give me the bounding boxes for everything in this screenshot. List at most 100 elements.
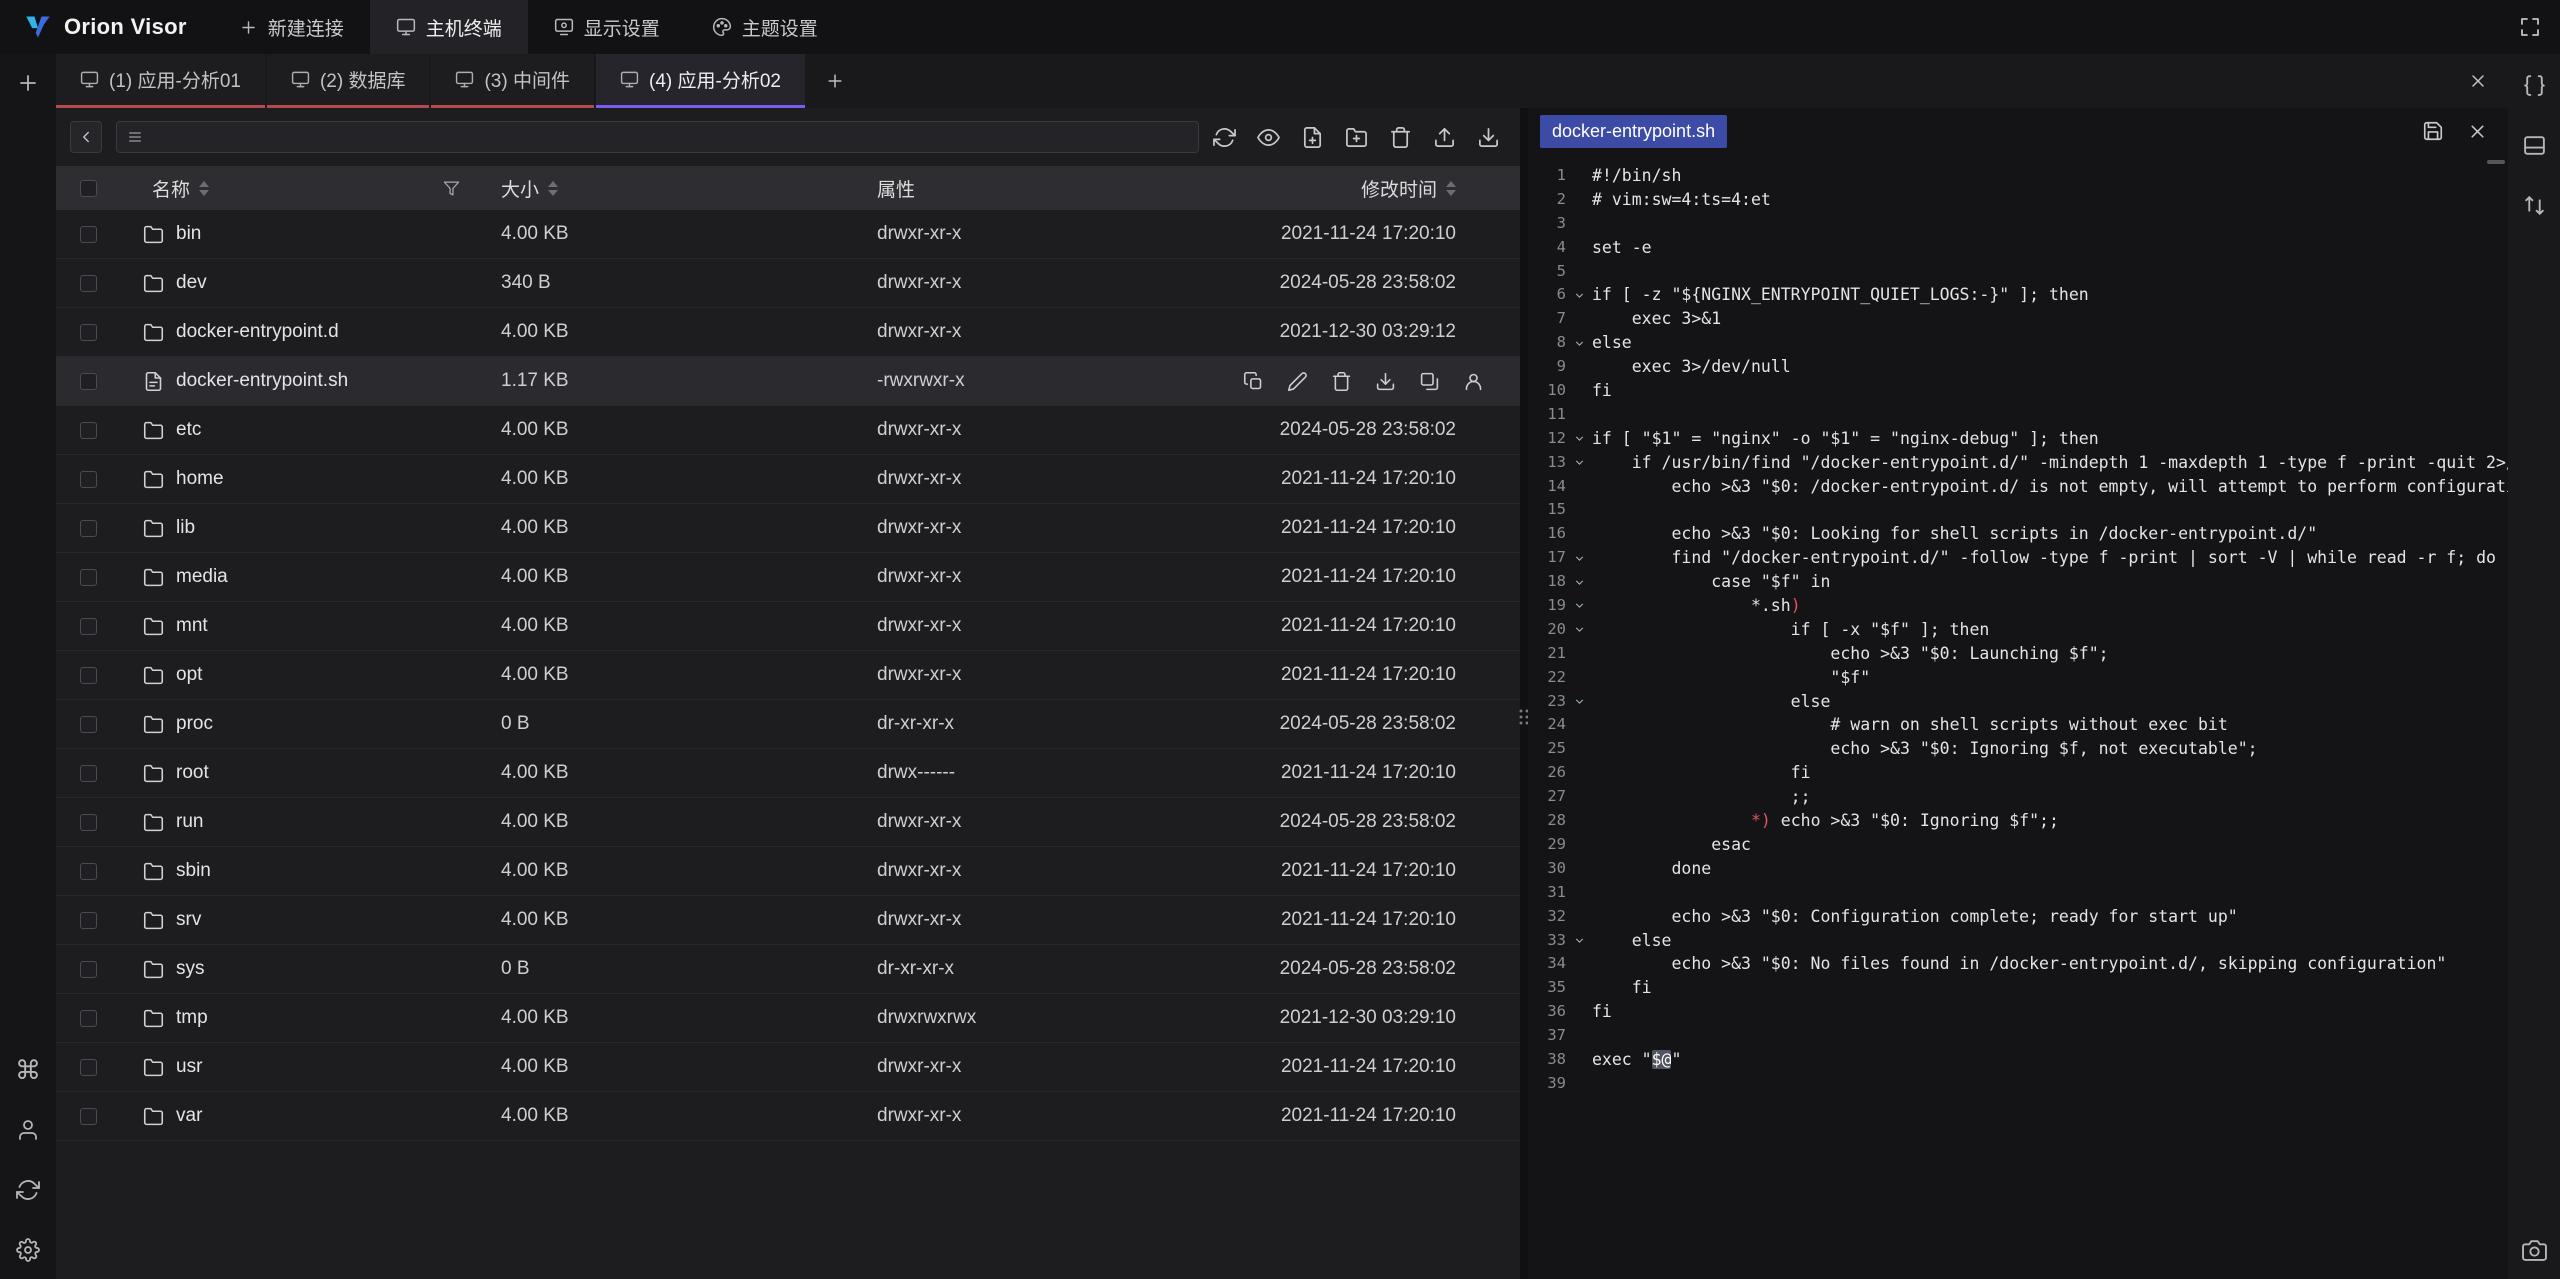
new-tab-icon[interactable] [15,70,41,96]
fold-chevron-icon[interactable] [1566,451,1592,475]
fold-chevron-icon[interactable] [1566,427,1592,451]
table-row[interactable]: mnt4.00 KBdrwxr-xr-x2021-11-24 17:20:10 [56,602,1520,651]
table-row[interactable]: media4.00 KBdrwxr-xr-x2021-11-24 17:20:1… [56,553,1520,602]
permission-icon[interactable] [1463,371,1484,392]
new-file-icon[interactable] [1301,126,1324,149]
sort-size-icon[interactable] [548,181,558,196]
file-name-cell[interactable]: home [120,468,486,490]
panel-resizer[interactable] [1520,108,1528,1279]
save-icon[interactable] [2422,120,2444,142]
path-input[interactable] [151,127,1188,147]
table-row[interactable]: sys0 Bdr-xr-xr-x2024-05-28 23:58:02 [56,945,1520,994]
editor-scrollbar-thumb[interactable] [2487,160,2505,164]
editor-file-tab[interactable]: docker-entrypoint.sh [1540,115,1727,148]
camera-icon[interactable] [2521,1237,2547,1263]
fold-chevron-icon[interactable] [1566,570,1592,594]
file-name-cell[interactable]: var [120,1105,486,1127]
close-panel-icon[interactable] [2468,71,2488,91]
file-name-cell[interactable]: opt [120,664,486,686]
file-name-cell[interactable]: root [120,762,486,784]
row-checkbox[interactable] [80,716,97,733]
add-tab-button[interactable] [807,54,863,108]
fold-chevron-icon[interactable] [1566,331,1592,355]
settings-icon[interactable] [15,1237,41,1263]
sort-name-icon[interactable] [199,181,209,196]
row-checkbox[interactable] [80,275,97,292]
file-name-cell[interactable]: docker-entrypoint.d [120,321,486,343]
file-name-cell[interactable]: tmp [120,1007,486,1029]
table-row[interactable]: dev340 Bdrwxr-xr-x2024-05-28 23:58:02 [56,259,1520,308]
sort-mtime-icon[interactable] [1446,181,1456,196]
row-checkbox[interactable] [80,1059,97,1076]
tab-database[interactable]: (2) 数据库 [267,54,430,108]
table-row[interactable]: docker-entrypoint.d4.00 KBdrwxr-xr-x2021… [56,308,1520,357]
file-name-cell[interactable]: media [120,566,486,588]
file-name-cell[interactable]: proc [120,713,486,735]
edit-icon[interactable] [1287,371,1308,392]
transfer-icon[interactable] [2521,192,2547,218]
filter-icon[interactable] [443,180,460,197]
download-icon[interactable] [1375,371,1396,392]
row-checkbox[interactable] [80,912,97,929]
row-checkbox[interactable] [80,324,97,341]
row-checkbox[interactable] [80,814,97,831]
table-row[interactable]: tmp4.00 KBdrwxrwxrwx2021-12-30 03:29:10 [56,994,1520,1043]
nav-item-theme-settings[interactable]: 主题设置 [686,0,844,54]
row-checkbox[interactable] [80,961,97,978]
upload-icon[interactable] [1433,126,1456,149]
file-name-cell[interactable]: bin [120,223,486,245]
file-name-cell[interactable]: srv [120,909,486,931]
new-folder-icon[interactable] [1345,126,1368,149]
table-row[interactable]: var4.00 KBdrwxr-xr-x2021-11-24 17:20:10 [56,1092,1520,1141]
code-area[interactable]: 1#!/bin/sh2# vim:sw=4:ts=4:et34set -e56i… [1528,154,2508,1279]
row-checkbox[interactable] [80,226,97,243]
select-all-checkbox[interactable] [80,180,97,197]
file-name-cell[interactable]: run [120,811,486,833]
fold-chevron-icon[interactable] [1566,690,1592,714]
tab-middleware[interactable]: (3) 中间件 [431,54,594,108]
file-name-cell[interactable]: mnt [120,615,486,637]
file-name-cell[interactable]: lib [120,517,486,539]
nav-item-display-settings[interactable]: 显示设置 [528,0,686,54]
table-row[interactable]: opt4.00 KBdrwxr-xr-x2021-11-24 17:20:10 [56,651,1520,700]
file-name-cell[interactable]: dev [120,272,486,294]
fold-chevron-icon[interactable] [1566,929,1592,953]
row-checkbox[interactable] [80,765,97,782]
file-name-cell[interactable]: etc [120,419,486,441]
refresh-icon[interactable] [1213,126,1236,149]
row-checkbox[interactable] [80,863,97,880]
row-checkbox[interactable] [80,520,97,537]
fold-chevron-icon[interactable] [1566,283,1592,307]
row-checkbox[interactable] [80,618,97,635]
delete-icon[interactable] [1389,126,1412,149]
table-row[interactable]: srv4.00 KBdrwxr-xr-x2021-11-24 17:20:10 [56,896,1520,945]
table-row[interactable]: lib4.00 KBdrwxr-xr-x2021-11-24 17:20:10 [56,504,1520,553]
tab-app-analysis-01[interactable]: (1) 应用-分析01 [56,54,265,108]
table-row[interactable]: home4.00 KBdrwxr-xr-x2021-11-24 17:20:10 [56,455,1520,504]
braces-icon[interactable] [2521,72,2547,98]
back-button[interactable] [70,121,102,153]
user-icon[interactable] [15,1117,41,1143]
panel-icon[interactable] [2521,132,2547,158]
row-checkbox[interactable] [80,667,97,684]
close-editor-icon[interactable] [2466,120,2488,142]
table-row[interactable]: docker-entrypoint.sh1.17 KB-rwxrwxr-x [56,357,1520,406]
nav-item-new-connection[interactable]: 新建连接 [213,0,370,54]
file-name-cell[interactable]: sbin [120,860,486,882]
row-checkbox[interactable] [80,373,97,390]
row-checkbox[interactable] [80,422,97,439]
file-name-cell[interactable]: sys [120,958,486,980]
table-row[interactable]: bin4.00 KBdrwxr-xr-x2021-11-24 17:20:10 [56,210,1520,259]
row-checkbox[interactable] [80,471,97,488]
move-icon[interactable] [1419,371,1440,392]
fold-chevron-icon[interactable] [1566,618,1592,642]
fold-chevron-icon[interactable] [1566,546,1592,570]
command-icon[interactable]: ⌘ [15,1057,41,1083]
table-row[interactable]: run4.00 KBdrwxr-xr-x2024-05-28 23:58:02 [56,798,1520,847]
fold-chevron-icon[interactable] [1566,594,1592,618]
table-row[interactable]: proc0 Bdr-xr-xr-x2024-05-28 23:58:02 [56,700,1520,749]
delete-icon[interactable] [1331,371,1352,392]
sync-icon[interactable] [15,1177,41,1203]
row-checkbox[interactable] [80,1108,97,1125]
copy-icon[interactable] [1243,371,1264,392]
